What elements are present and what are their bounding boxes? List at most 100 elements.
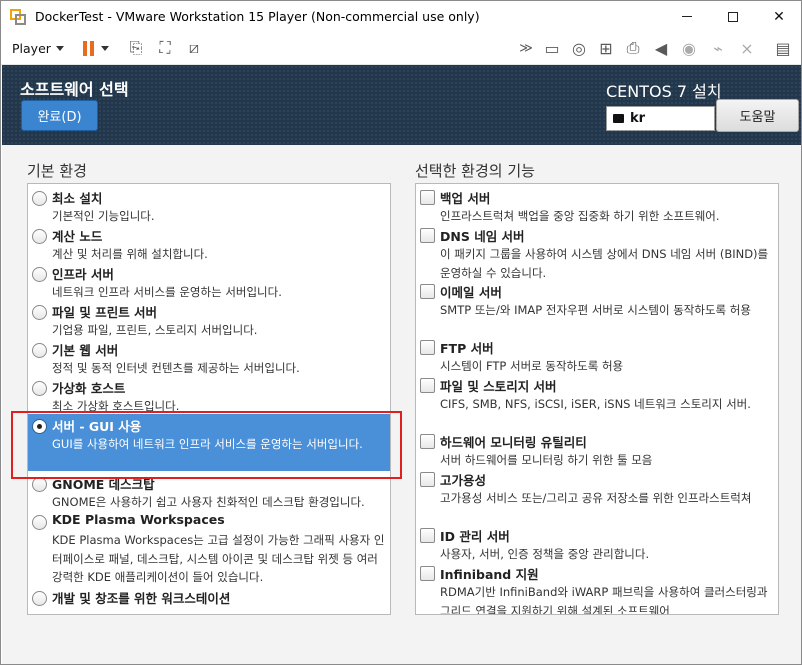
env-item-gnome-desktop[interactable]: GNOME 데스크탑 GNOME은 사용하기 쉽고 사용자 친화적인 데스크탑 … [28,472,390,509]
radio-button[interactable] [32,343,47,358]
radio-button[interactable] [32,267,47,282]
addon-desc: 서버 하드웨어를 모니터링 하기 위한 툴 모음 [440,453,653,467]
radio-button[interactable] [32,591,47,606]
radio-button[interactable] [32,381,47,396]
bluetooth-icon[interactable]: ⨯ [736,32,758,64]
addon-item-hardware-monitoring[interactable]: 하드웨어 모니터링 유틸리티 서버 하드웨어를 모니터링 하기 위한 툴 모음 [416,430,778,467]
sound-icon[interactable]: ◀ [650,32,672,64]
radio-button[interactable] [32,191,47,206]
radio-button-selected[interactable] [32,419,47,434]
addon-item-email-server[interactable]: 이메일 서버 SMTP 또는/와 IMAP 전자우편 서버로 시스템이 동작하도… [416,280,778,335]
checkbox[interactable] [420,528,435,543]
addon-desc: 인프라스트럭쳐 백업을 중앙 집중화 하기 위한 소프트웨어. [440,209,720,223]
addon-desc: RDMA기반 InfiniBand와 iWARP 패브릭을 사용하여 클러스터링… [440,585,768,615]
chevron-down-icon [55,45,64,51]
addon-item-identity-management[interactable]: ID 관리 서버 사용자, 서버, 인증 정책을 중앙 관리합니다. [416,524,778,561]
checkbox[interactable] [420,378,435,393]
hard-disk-icon[interactable]: ▭ [541,32,563,64]
addon-item-backup-server[interactable]: 백업 서버 인프라스트럭쳐 백업을 중앙 집중화 하기 위한 소프트웨어. [416,186,778,223]
radio-button[interactable] [32,477,47,492]
env-name: 기본 웹 서버 [52,343,119,358]
expand-icon[interactable]: ≫ [515,32,537,64]
pause-dropdown-icon[interactable] [99,32,111,64]
addon-desc: 고가용성 서비스 또는/그리고 공유 저장소를 위한 인프라스트럭쳐 [440,491,752,505]
installer-header: 소프트웨어 선택 완료(D) CENTOS 7 설치 kr 도움말 [2,65,801,145]
env-desc: 정적 및 동적 인터넷 컨텐츠를 제공하는 서버입니다. [52,361,300,375]
checkbox[interactable] [420,434,435,449]
addon-item-infiniband[interactable]: Infiniband 지원 RDMA기반 InfiniBand와 iWARP 패… [416,562,778,615]
fullscreen-icon[interactable]: ⛶ [154,32,176,64]
env-item-infrastructure-server[interactable]: 인프라 서버 네트워크 인프라 서비스를 운영하는 서버입니다. [28,262,390,299]
env-name: 파일 및 프린트 서버 [52,305,158,320]
player-menu[interactable]: Player [12,32,64,64]
addon-list[interactable]: 백업 서버 인프라스트럭쳐 백업을 중앙 집중화 하기 위한 소프트웨어. DN… [415,183,779,615]
vmware-logo-icon [10,8,26,25]
anaconda-installer: 소프트웨어 선택 완료(D) CENTOS 7 설치 kr 도움말 기본 환경 … [2,65,801,664]
env-name: KDE Plasma Workspaces [52,512,225,527]
env-name: GNOME 데스크탑 [52,477,155,492]
addon-name: FTP 서버 [440,341,494,356]
addon-name: Infiniband 지원 [440,567,539,582]
checkbox[interactable] [420,472,435,487]
addon-item-ftp-server[interactable]: FTP 서버 시스템이 FTP 서버로 동작하도록 허용 [416,336,778,373]
maximize-button[interactable] [710,1,756,32]
env-item-file-print-server[interactable]: 파일 및 프린트 서버 기업용 파일, 프린트, 스토리지 서버입니다. [28,300,390,337]
addon-desc: 사용자, 서버, 인증 정책을 중앙 관리합니다. [440,547,650,561]
cd-dvd-icon[interactable]: ◎ [568,32,590,64]
page-title: 소프트웨어 선택 [20,80,129,99]
base-environment-heading: 기본 환경 [27,162,87,180]
help-button[interactable]: 도움말 [716,99,799,132]
pause-icon[interactable] [81,32,95,64]
maximize-icon [728,11,738,22]
player-toolbar: Player ⎘ ⛶ ⧄ ≫ ▭ ◎ ⊞ ⎙ ◀ ◉ ⌁ ⨯ ▤ [1,32,801,65]
radio-button[interactable] [32,229,47,244]
env-name: 계산 노드 [52,229,103,244]
product-title: CENTOS 7 설치 [606,82,722,101]
env-desc: 기업용 파일, 프린트, 스토리지 서버입니다. [52,323,258,337]
radio-button[interactable] [32,515,47,530]
env-item-basic-web-server[interactable]: 기본 웹 서버 정적 및 동적 인터넷 컨텐츠를 제공하는 서버입니다. [28,338,390,375]
addon-name: ID 관리 서버 [440,529,510,544]
env-name: 가상화 호스트 [52,381,126,396]
checkbox[interactable] [420,566,435,581]
radio-button[interactable] [32,305,47,320]
addon-item-high-availability[interactable]: 고가용성 고가용성 서비스 또는/그리고 공유 저장소를 위한 인프라스트럭쳐 [416,468,778,523]
env-item-server-with-gui[interactable]: 서버 - GUI 사용 GUI를 사용하여 네트워크 인프라 서비스를 운영하는… [28,414,390,471]
env-desc: 네트워크 인프라 서비스를 운영하는 서버입니다. [52,285,282,299]
addon-desc: CIFS, SMB, NFS, iSCSI, iSER, iSNS 네트워크 스… [440,397,751,411]
close-button[interactable]: ✕ [756,1,801,32]
vmware-player-window: DockerTest - VMware Workstation 15 Playe… [0,0,802,665]
send-ctrl-alt-del-icon[interactable]: ⎘ [125,32,147,64]
minimize-button[interactable] [664,1,710,32]
env-desc: GUI를 사용하여 네트워크 인프라 서비스를 운영하는 서버입니다. [52,437,363,451]
env-item-development-workstation[interactable]: 개발 및 창조를 위한 워크스테이션 [28,586,390,614]
network-icon[interactable]: ⊞ [595,32,617,64]
checkbox[interactable] [420,190,435,205]
checkbox[interactable] [420,340,435,355]
env-name: 최소 설치 [52,191,103,206]
printer-icon[interactable]: ⎙ [622,32,644,64]
addon-name: 이메일 서버 [440,285,502,300]
usb-icon[interactable]: ⌁ [707,32,729,64]
base-environment-list[interactable]: 최소 설치 기본적인 기능입니다. 계산 노드 계산 및 처리를 위해 설치합니… [27,183,391,615]
camera-icon[interactable]: ◉ [678,32,700,64]
addon-desc: 이 패키지 그룹을 사용하여 시스템 상에서 DNS 네임 서버 (BIND)를… [440,247,769,280]
addon-item-dns-server[interactable]: DNS 네임 서버 이 패키지 그룹을 사용하여 시스템 상에서 DNS 네임 … [416,224,778,280]
message-icon[interactable]: ▤ [772,32,794,64]
env-desc: GNOME은 사용하기 쉽고 사용자 친화적인 데스크탑 환경입니다. [52,495,365,509]
env-name: 서버 - GUI 사용 [52,419,142,434]
addon-item-file-storage-server[interactable]: 파일 및 스토리지 서버 CIFS, SMB, NFS, iSCSI, iSER… [416,374,778,429]
keyboard-layout-indicator[interactable]: kr [606,106,715,131]
checkbox[interactable] [420,228,435,243]
unity-icon[interactable]: ⧄ [183,32,205,64]
env-desc: 기본적인 기능입니다. [52,209,155,223]
env-desc: KDE Plasma Workspaces는 고급 설정이 가능한 그래픽 사용… [52,533,385,584]
env-item-kde-plasma[interactable]: KDE Plasma Workspaces KDE Plasma Workspa… [28,510,390,585]
env-item-minimal[interactable]: 최소 설치 기본적인 기능입니다. [28,186,390,223]
env-item-compute-node[interactable]: 계산 노드 계산 및 처리를 위해 설치합니다. [28,224,390,261]
addon-name: DNS 네임 서버 [440,229,525,244]
done-button[interactable]: 완료(D) [21,100,98,131]
checkbox[interactable] [420,284,435,299]
env-item-virtualization-host[interactable]: 가상화 호스트 최소 가상화 호스트입니다. [28,376,390,413]
addon-name: 파일 및 스토리지 서버 [440,379,557,394]
